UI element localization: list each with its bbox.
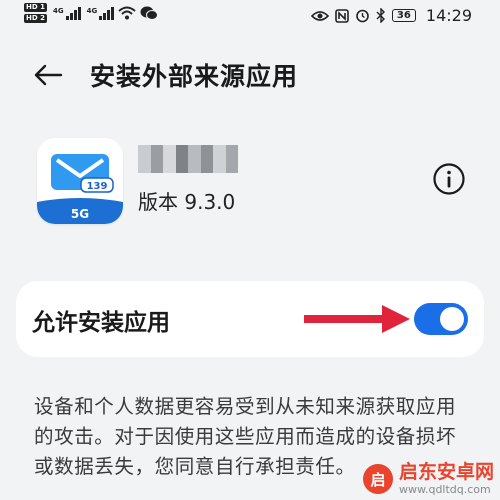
allow-install-card: 允许安装应用: [16, 281, 484, 357]
status-bar: HD 1 HD 2 4G 4G 36 14:29: [0, 0, 500, 34]
back-button[interactable]: [30, 60, 66, 90]
icon-badge-network: 5G: [71, 207, 89, 221]
status-right: 36 14:29: [310, 6, 472, 25]
red-arrow-icon: [304, 305, 410, 333]
mail-app-icon: 139 5G: [37, 138, 123, 224]
watermark-url: www.qdltdq.com: [398, 483, 491, 496]
wechat-icon: [140, 6, 159, 20]
page-title: 安装外部来源应用: [90, 62, 299, 91]
allow-install-toggle[interactable]: [414, 303, 468, 335]
sim1-hd-icon: HD 1: [24, 3, 47, 12]
wifi-icon: [118, 6, 136, 20]
nfc-icon: [335, 8, 349, 23]
icon-badge-number: 139: [87, 181, 108, 192]
status-left: HD 1 HD 2 4G 4G: [24, 3, 159, 23]
watermark-logo-icon: 启: [362, 464, 393, 494]
back-arrow-icon: [34, 64, 63, 86]
signal-1-icon: 4G: [53, 6, 81, 20]
status-time: 14:29: [425, 6, 472, 25]
app-name-redacted: [138, 145, 238, 173]
bluetooth-icon: [376, 8, 385, 23]
allow-install-label: 允许安装应用: [32, 310, 170, 336]
watermark-name: 启东安卓网: [398, 461, 494, 483]
eye-icon: [310, 10, 329, 21]
title-bar: 安装外部来源应用: [0, 52, 500, 96]
app-info-button[interactable]: [432, 162, 466, 196]
sim-indicators: HD 1 HD 2: [24, 3, 47, 23]
sim2-hd-icon: HD 2: [24, 14, 47, 23]
app-icon: 139 5G: [37, 138, 123, 224]
site-watermark: 启 启东安卓网 www.qdltdq.com: [362, 461, 494, 496]
toggle-knob: [440, 307, 464, 331]
signal-2-icon: 4G: [87, 6, 115, 20]
battery-icon: 36: [391, 9, 416, 22]
app-version: 版本 9.3.0: [138, 190, 236, 214]
info-icon: [433, 163, 465, 195]
alarm-icon: [356, 9, 369, 23]
